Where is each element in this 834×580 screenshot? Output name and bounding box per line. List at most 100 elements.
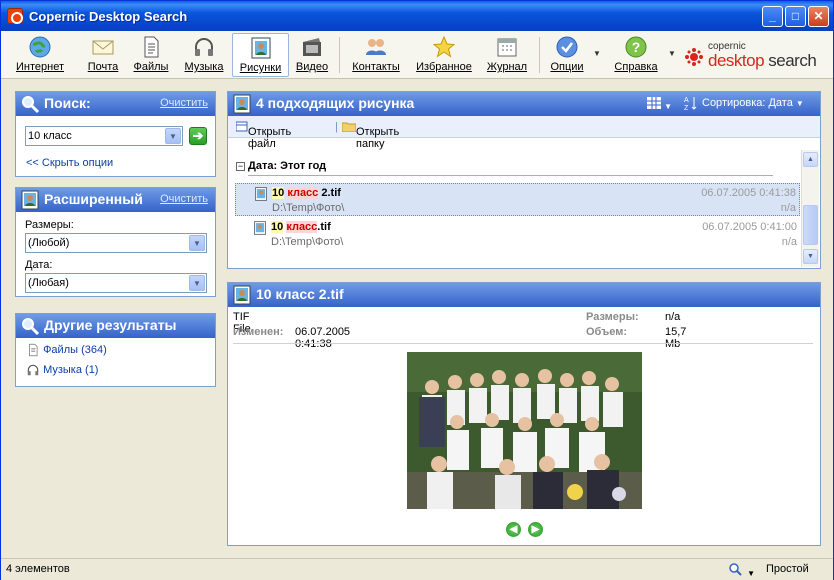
date-select-value[interactable]: (Любая): [28, 277, 69, 289]
scroll-down-button[interactable]: ▼: [803, 249, 818, 264]
search-mode-icon[interactable]: ▼: [728, 562, 755, 579]
group-divider: [248, 175, 773, 176]
other-result-music[interactable]: Музыка (1): [26, 363, 98, 377]
highlight-term: класс: [286, 221, 318, 233]
result-row[interactable]: 10 класс 2.tif D:\Temp\Фото\ 06.07.2005 …: [235, 183, 800, 216]
other-result-files[interactable]: Файлы (364): [26, 343, 107, 357]
chevron-down-icon[interactable]: ▼: [664, 102, 672, 111]
chevron-down-icon[interactable]: ▼: [747, 569, 755, 578]
toolbar-journal-label: Журнал: [486, 61, 528, 73]
result-filename-rest: .tif: [317, 221, 331, 233]
advanced-clear-link[interactable]: Очистить: [160, 193, 208, 205]
picture-icon: [233, 94, 251, 114]
result-path: D:\Temp\Фото\: [271, 236, 344, 248]
highlight-term: класс: [287, 187, 319, 199]
scroll-thumb[interactable]: [803, 205, 818, 245]
picture-icon: [255, 187, 267, 201]
results-scrollbar[interactable]: ▲ ▼: [801, 150, 819, 267]
result-size: n/a: [780, 202, 796, 214]
mail-icon: [92, 40, 114, 55]
help-icon: ?: [625, 36, 647, 58]
result-date: 06.07.2005 0:41:00: [702, 221, 797, 233]
toolbar-mail-button[interactable]: Почта: [83, 33, 123, 77]
magnifier-icon: [22, 96, 40, 114]
result-filename-rest: 2.tif: [318, 187, 341, 199]
next-image-button[interactable]: ▶: [528, 522, 543, 537]
toolbar-internet-button[interactable]: Интернет: [11, 33, 69, 77]
sort-label[interactable]: Сортировка: Дата: [702, 97, 793, 109]
toolbar-files-button[interactable]: Файлы: [130, 33, 172, 77]
picture-icon: [254, 221, 266, 235]
toolbar-separator: [539, 37, 540, 73]
close-button[interactable]: ✕: [808, 6, 829, 27]
search-clear-link[interactable]: Очистить: [160, 97, 208, 109]
toolbar-options-button[interactable]: Опции: [547, 33, 587, 77]
result-row[interactable]: 10 класс.tif D:\Temp\Фото\ 06.07.2005 0:…: [235, 218, 800, 251]
picture-icon: [251, 37, 270, 59]
copernic-app-icon[interactable]: [7, 8, 23, 24]
other-result-music-label[interactable]: Музыка (1): [43, 364, 98, 376]
result-filename: 10 класс.tif: [271, 221, 331, 233]
title-bar[interactable]: Copernic Desktop Search _ □ ✕: [1, 1, 833, 31]
search-panel-header: Поиск: Очистить: [16, 92, 215, 116]
collapse-group-toggle[interactable]: −: [236, 162, 245, 171]
size-select[interactable]: (Любой) ▼: [25, 233, 207, 253]
toolbar-music-label: Музыка: [184, 61, 224, 73]
toolbar-journal-button[interactable]: Журнал: [485, 33, 529, 77]
result-size: n/a: [781, 236, 797, 248]
picture-icon: [21, 190, 39, 210]
results-list: − Дата: Этот год 10 класс 2.tif D:\Temp\…: [228, 138, 803, 268]
toolbar-contacts-label: Контакты: [352, 61, 400, 73]
other-results-header: Другие результаты: [16, 314, 215, 338]
toolbar-mail-label: Почта: [87, 61, 119, 73]
search-panel: Поиск: Очистить 10 класс ▼ ➔ << Скрыть о…: [15, 91, 216, 177]
search-query-combo[interactable]: 10 класс ▼: [25, 126, 183, 146]
results-panel-header: 4 подходящих рисунка ▼ AZ Сортировка: Да…: [228, 92, 820, 116]
sort-dropdown[interactable]: Сортировка: Дата ▼: [702, 97, 804, 109]
chevron-down-icon[interactable]: ▼: [165, 128, 181, 144]
size-select-value[interactable]: (Любой): [28, 237, 69, 249]
maximize-button[interactable]: □: [785, 6, 806, 27]
chevron-down-icon[interactable]: ▼: [796, 99, 804, 108]
open-file-button[interactable]: Открыть файл: [235, 121, 291, 150]
help-dropdown-arrow[interactable]: ▼: [668, 49, 676, 58]
window-title: Copernic Desktop Search: [29, 9, 188, 24]
other-results-title: Другие результаты: [44, 317, 177, 333]
copernic-logo-icon: [685, 48, 703, 66]
toolbar-separator: [339, 37, 340, 73]
open-folder-button[interactable]: Открыть папку: [341, 121, 399, 150]
advanced-panel: Расширенный Очистить Размеры: (Любой) ▼ …: [15, 187, 216, 297]
chevron-down-icon[interactable]: ▼: [189, 275, 205, 291]
modified-label: Изменен:: [233, 326, 284, 338]
date-label: Дата:: [25, 259, 53, 271]
toolbar-music-button[interactable]: Музыка: [181, 33, 227, 77]
hide-options-link[interactable]: << Скрыть опции: [26, 157, 113, 169]
previous-image-button[interactable]: ◀: [506, 522, 521, 537]
status-bar: 4 элементов ▼ Простой: [1, 558, 833, 580]
scroll-up-button[interactable]: ▲: [803, 152, 818, 167]
toolbar-favorites-button[interactable]: Избранное: [414, 33, 474, 77]
other-result-files-label[interactable]: Файлы (364): [43, 344, 107, 356]
size-label: Размеры:: [25, 219, 74, 231]
action-bar-separator: |: [335, 121, 338, 133]
toolbar-video-label: Видео: [295, 61, 329, 73]
search-mode-label[interactable]: Простой: [766, 563, 809, 575]
search-query-value[interactable]: 10 класс: [28, 130, 72, 142]
toolbar-contacts-button[interactable]: Контакты: [347, 33, 405, 77]
toolbar-video-button[interactable]: Видео: [294, 33, 330, 77]
view-toggle-button[interactable]: ▼: [647, 97, 672, 112]
search-go-button[interactable]: ➔: [189, 127, 207, 145]
result-filename: 10 класс 2.tif: [272, 187, 341, 199]
star-icon: [432, 35, 456, 58]
options-dropdown-arrow[interactable]: ▼: [593, 49, 601, 58]
chevron-down-icon[interactable]: ▼: [189, 235, 205, 251]
toolbar-help-button[interactable]: ? Справка: [611, 33, 661, 77]
toolbar-pictures-button[interactable]: Рисунки: [232, 33, 289, 77]
advanced-panel-header: Расширенный Очистить: [16, 188, 215, 212]
highlight-term: 10: [272, 187, 285, 199]
svg-text:Z: Z: [684, 105, 689, 111]
minimize-button[interactable]: _: [762, 6, 783, 27]
date-select[interactable]: (Любая) ▼: [25, 273, 207, 293]
other-results-panel: Другие результаты Файлы (364) Музыка (1): [15, 313, 216, 387]
toolbar-options-label: Опции: [550, 61, 584, 73]
